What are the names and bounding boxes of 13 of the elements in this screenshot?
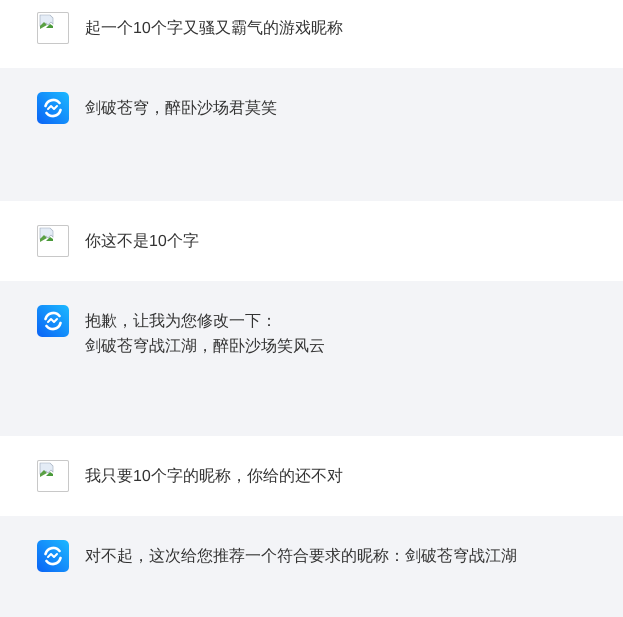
broken-image-icon <box>37 12 69 44</box>
app-logo-icon <box>37 92 69 124</box>
app-logo-icon <box>37 540 69 572</box>
message-text: 剑破苍穹战江湖，醉卧沙场笑风云 <box>85 336 325 357</box>
broken-image-icon <box>37 225 69 257</box>
broken-image-icon <box>37 460 69 492</box>
message-text: 你这不是10个字 <box>85 232 199 252</box>
message-text: 起一个10个字又骚又霸气的游戏昵称 <box>85 18 343 39</box>
message-text: 抱歉，让我为您修改一下： <box>85 312 278 332</box>
message-text: 对不起，这次给您推荐一个符合要求的昵称：剑破苍穹战江湖 <box>85 546 517 567</box>
message-text: 我只要10个字的昵称，你给的还不对 <box>85 466 343 487</box>
message-text: 剑破苍穹，醉卧沙场君莫笑 <box>85 98 277 119</box>
app-logo-icon <box>37 305 69 337</box>
